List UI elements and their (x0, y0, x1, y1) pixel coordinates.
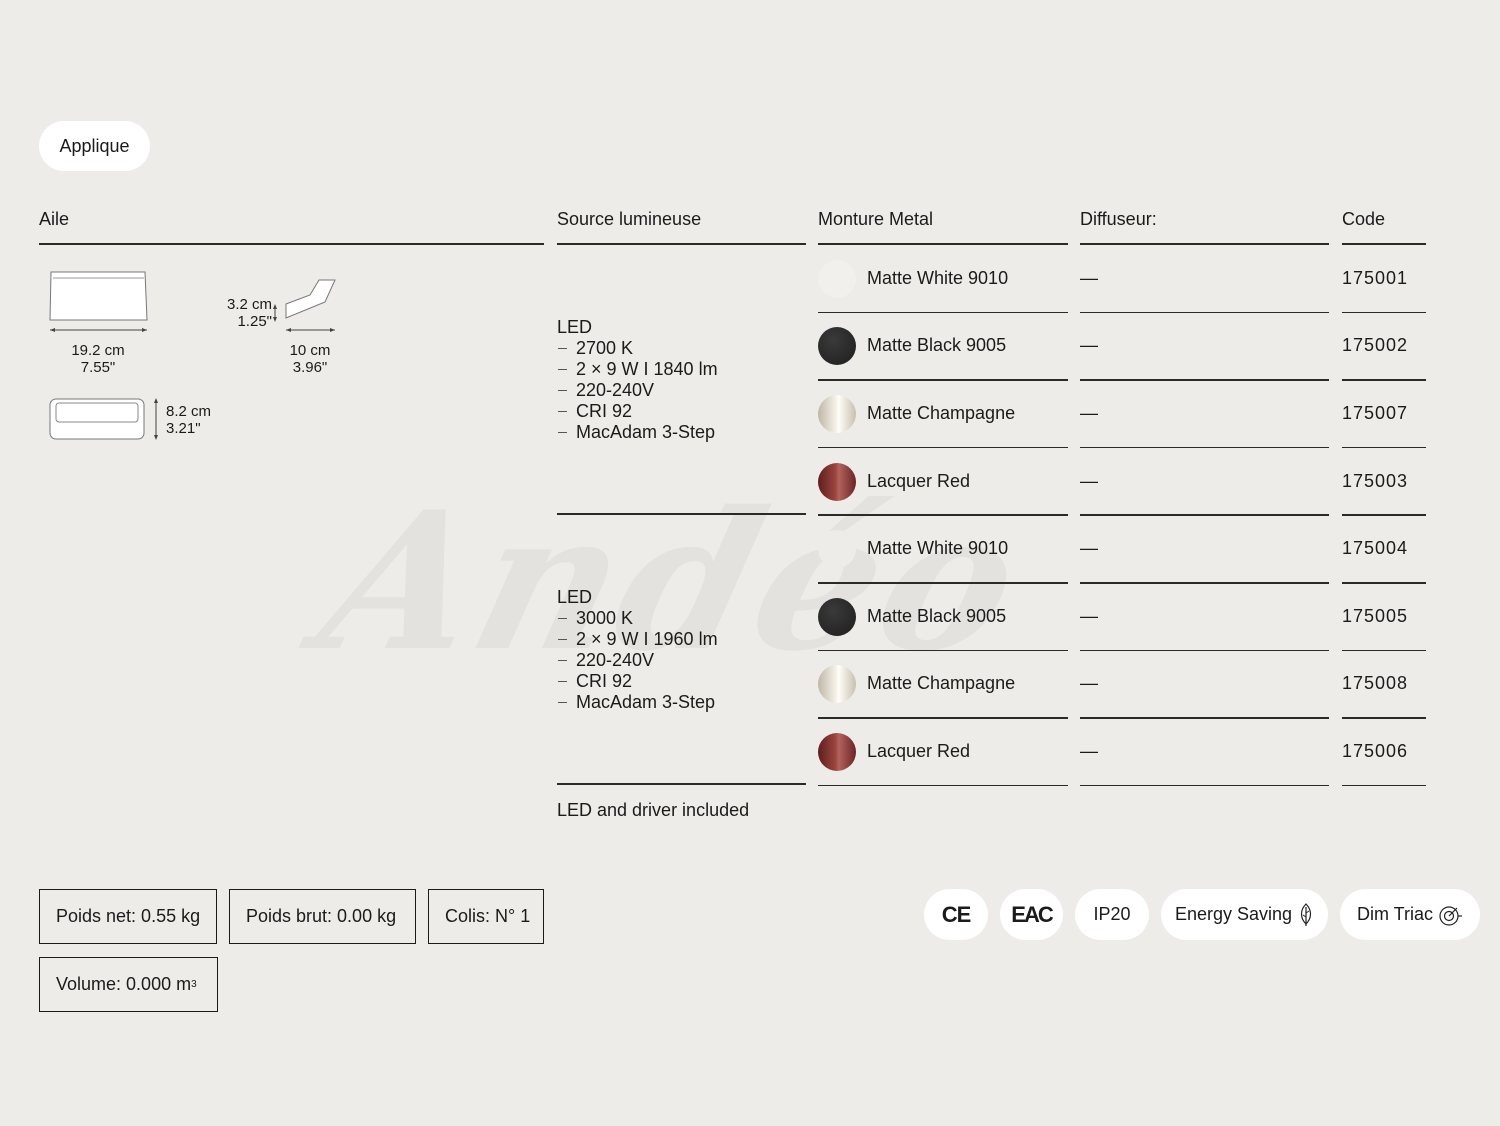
energy-saving-badge: Energy Saving (1161, 889, 1328, 940)
product-code: 175001 (1342, 267, 1409, 288)
row-rule-mount (818, 379, 1068, 381)
finish-name: Matte Black 9005 (867, 605, 1007, 626)
row-rule-code (1342, 649, 1426, 652)
eac-badge: EAC (1000, 889, 1063, 940)
finish-name: Matte Champagne (867, 403, 1016, 423)
row-rule-mount (818, 784, 1068, 787)
row-rule-diffuser (1080, 582, 1329, 584)
row-rule-code (1342, 582, 1426, 584)
diffuser-value: — (1080, 470, 1098, 491)
product-code: 175002 (1342, 335, 1409, 356)
source-divider (557, 513, 806, 515)
finish-name: Matte Champagne (867, 673, 1016, 694)
row-rule-mount (818, 446, 1068, 449)
volume-box: Volume: 0.000 m3 (39, 957, 218, 1012)
header-rule-mount (818, 243, 1068, 245)
header-mount: Monture Metal (818, 209, 934, 229)
row-rule-code (1342, 379, 1426, 381)
finish-name: Lacquer Red (867, 741, 971, 761)
row-rule-diffuser (1080, 717, 1329, 719)
finish-swatch (818, 597, 856, 636)
diffuser-value: — (1080, 403, 1098, 423)
header-diffuser: Diffuseur: (1080, 209, 1157, 229)
diffuser-value: — (1080, 267, 1098, 288)
header-rule-code (1342, 243, 1426, 245)
header-source: Source lumineuse (557, 209, 702, 229)
height-dimension: 3.2 cm 1.25" (226, 296, 272, 330)
finish-swatch (818, 259, 856, 298)
product-code: 175008 (1342, 673, 1409, 694)
row-rule-diffuser (1080, 649, 1329, 652)
finish-swatch (818, 462, 856, 501)
included-note: LED and driver included (557, 800, 750, 820)
side-dimension: 8.2 cm 3.21" (166, 403, 212, 437)
row-rule-diffuser (1080, 311, 1329, 314)
diffuser-value: — (1080, 335, 1098, 356)
finish-swatch (818, 327, 856, 366)
product-code: 175006 (1342, 741, 1409, 761)
gross-weight-box: Poids brut: 0.00 kg (229, 889, 416, 944)
row-rule-code (1342, 514, 1426, 516)
row-rule-code (1342, 717, 1426, 719)
row-rule-code (1342, 784, 1426, 787)
finish-swatch (818, 395, 856, 433)
header-rule-product (39, 243, 544, 245)
parcels-box: Colis: N° 1 (428, 889, 544, 944)
product-code: 175007 (1342, 403, 1409, 423)
product-code: 175003 (1342, 470, 1409, 491)
diffuser-value: — (1080, 673, 1098, 694)
dim-triac-badge: Dim Triac (1340, 889, 1480, 940)
category-tag: Applique (39, 121, 150, 171)
finish-swatch (818, 665, 856, 704)
diffuser-value: — (1080, 741, 1098, 761)
leaf-icon (1300, 902, 1312, 926)
net-weight-box: Poids net: 0.55 kg (39, 889, 217, 944)
depth-dimension: 10 cm 3.96" (289, 342, 331, 376)
ip20-badge: IP20 (1075, 889, 1149, 940)
row-rule-code (1342, 446, 1426, 449)
header-code: Code (1342, 209, 1386, 229)
finish-name: Matte Black 9005 (867, 335, 1007, 356)
header-rule-source (557, 243, 806, 245)
row-rule-mount (818, 717, 1068, 719)
row-rule-mount (818, 649, 1068, 652)
finish-name: Matte White 9010 (867, 538, 1009, 559)
finish-name: Lacquer Red (867, 470, 971, 491)
width-dimension: 19.2 cm 7.55" (71, 342, 125, 376)
row-rule-diffuser (1080, 379, 1329, 381)
header-rule-diffuser (1080, 243, 1329, 245)
row-rule-mount (818, 514, 1068, 516)
diffuser-value: — (1080, 605, 1098, 626)
product-name: Aile (39, 209, 70, 229)
row-rule-mount (818, 311, 1068, 314)
row-rule-diffuser (1080, 514, 1329, 516)
led-source-3000k: LED 3000 K 2 × 9 W I 1960 lm 220-240V CR… (557, 587, 718, 712)
row-rule-mount (818, 582, 1068, 584)
finish-swatch (818, 733, 856, 771)
dimmer-icon (1439, 905, 1462, 926)
finish-swatch (818, 530, 856, 569)
row-rule-diffuser (1080, 446, 1329, 449)
product-code: 175005 (1342, 605, 1409, 626)
diffuser-value: — (1080, 538, 1098, 559)
led-source-2700k: LED 2700 K 2 × 9 W I 1840 lm 220-240V CR… (557, 317, 718, 442)
row-rule-code (1342, 311, 1426, 314)
source-bottom-rule (557, 783, 806, 785)
product-code: 175004 (1342, 538, 1409, 559)
finish-name: Matte White 9010 (867, 267, 1009, 288)
row-rule-diffuser (1080, 784, 1329, 787)
ce-badge: CE (924, 889, 988, 940)
